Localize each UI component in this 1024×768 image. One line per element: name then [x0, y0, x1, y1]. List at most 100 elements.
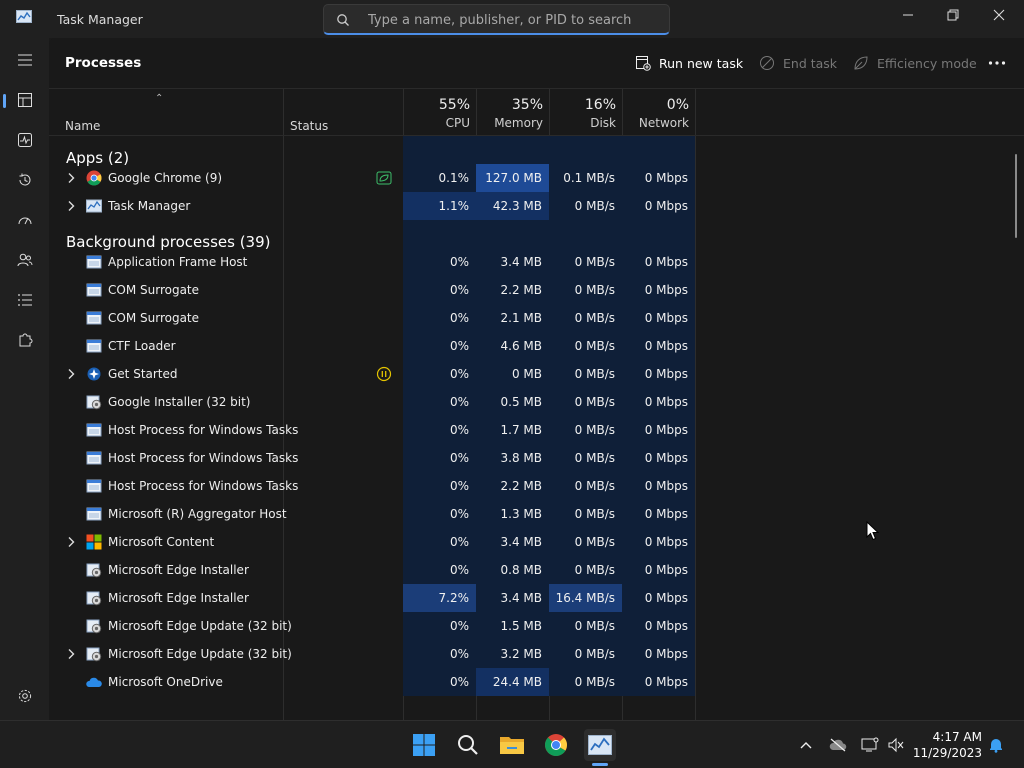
memory-value: 3.2 MB — [476, 640, 549, 668]
maximize-button[interactable] — [930, 0, 976, 30]
network-value: 0 Mbps — [622, 192, 695, 220]
cpu-value: 0% — [403, 528, 476, 556]
taskbar-chrome[interactable] — [540, 729, 572, 761]
process-row[interactable]: Google Installer (32 bit) 0% 0.5 MB 0 MB/s 0… — [49, 388, 1024, 416]
network-value: 0 Mbps — [622, 388, 695, 416]
column-header-cpu[interactable]: 55% CPU — [403, 97, 470, 130]
network-tray-icon[interactable] — [860, 735, 880, 755]
disk-value: 0 MB/s — [549, 332, 622, 360]
disk-value: 0 MB/s — [549, 640, 622, 668]
memory-value: 3.4 MB — [476, 248, 549, 276]
memory-value: 3.8 MB — [476, 444, 549, 472]
window-app-icon — [86, 282, 102, 298]
process-row[interactable]: Task Manager 1.1% 42.3 MB 0 MB/s 0 Mbps — [49, 192, 1024, 220]
nav-processes[interactable] — [0, 82, 49, 118]
memory-value: 2.2 MB — [476, 472, 549, 500]
show-hidden-icons-button[interactable] — [796, 735, 816, 755]
column-header-memory[interactable]: 35% Memory — [476, 97, 543, 130]
cpu-value: 0% — [403, 444, 476, 472]
network-label: Network — [638, 116, 689, 130]
minimize-button[interactable] — [885, 0, 931, 30]
network-value: 0 Mbps — [622, 640, 695, 668]
chevron-up-icon — [800, 742, 812, 749]
taskbar-file-explorer[interactable] — [496, 729, 528, 761]
column-header-network[interactable]: 0% Network — [622, 97, 689, 130]
cpu-value: 7.2% — [403, 584, 476, 612]
chevron-right-icon[interactable] — [66, 536, 76, 548]
nav-startup-apps[interactable] — [0, 202, 49, 238]
column-header-status[interactable]: Status — [290, 119, 328, 133]
cpu-value: 0% — [403, 640, 476, 668]
chevron-right-icon[interactable] — [66, 172, 76, 184]
taskbar: 4:17 AM 11/29/2023 — [0, 720, 1024, 768]
hamburger-menu-button[interactable] — [0, 42, 49, 78]
column-header-disk[interactable]: 16% Disk — [549, 97, 616, 130]
process-row[interactable]: CTF Loader 0% 4.6 MB 0 MB/s 0 Mbps — [49, 332, 1024, 360]
start-button[interactable] — [408, 729, 440, 761]
run-new-task-button[interactable]: Run new task — [635, 52, 743, 74]
nav-settings[interactable] — [0, 678, 49, 714]
nav-performance[interactable] — [0, 122, 49, 158]
users-icon — [17, 253, 32, 267]
search-input[interactable] — [368, 9, 658, 31]
memory-value: 2.2 MB — [476, 276, 549, 304]
sort-ascending-icon: ⌃ — [155, 93, 164, 104]
process-row[interactable]: Microsoft Edge Update (32 bit) 0% 3.2 MB 0 … — [49, 640, 1024, 668]
nav-app-history[interactable] — [0, 162, 49, 198]
process-row[interactable]: Microsoft Edge Update (32 bit) 0% 1.5 MB 0 … — [49, 612, 1024, 640]
taskbar-clock[interactable]: 4:17 AM 11/29/2023 — [912, 729, 982, 761]
chevron-right-icon[interactable] — [66, 200, 76, 212]
chevron-right-icon[interactable] — [66, 368, 76, 380]
task-manager-icon — [588, 735, 612, 755]
process-row[interactable]: COM Surrogate 0% 2.2 MB 0 MB/s 0 Mbps — [49, 276, 1024, 304]
window-app-icon — [86, 310, 102, 326]
taskbar-search-button[interactable] — [452, 729, 484, 761]
cpu-value: 0.1% — [403, 164, 476, 192]
network-monitor-icon — [861, 737, 879, 752]
process-name: Google Installer (32 bit) — [108, 395, 251, 409]
mouse-cursor-icon — [866, 521, 880, 541]
nav-services[interactable] — [0, 322, 49, 358]
search-box[interactable] — [323, 4, 670, 35]
efficiency-mode-button[interactable]: Efficiency mode — [853, 52, 977, 74]
chevron-right-icon[interactable] — [66, 648, 76, 660]
volume-tray-icon[interactable] — [886, 735, 906, 755]
cpu-value: 0% — [403, 556, 476, 584]
end-task-button[interactable]: End task — [759, 52, 837, 74]
process-row[interactable]: Microsoft OneDrive 0% 24.4 MB 0 MB/s 0 Mbps — [49, 668, 1024, 696]
bell-icon — [990, 739, 1002, 753]
task-manager-icon — [86, 198, 102, 214]
process-row[interactable]: Host Process for Windows Tasks 0% 3.8 MB 0 … — [49, 444, 1024, 472]
process-row[interactable]: Host Process for Windows Tasks 0% 2.2 MB 0 … — [49, 472, 1024, 500]
cpu-value: 0% — [403, 360, 476, 388]
process-name: Microsoft OneDrive — [108, 675, 223, 689]
process-row[interactable]: Microsoft Edge Installer 7.2% 3.4 MB 16.4 M… — [49, 584, 1024, 612]
notifications-button[interactable] — [986, 735, 1006, 755]
installer-icon — [86, 618, 102, 634]
details-list-icon — [17, 294, 32, 306]
memory-total-percent: 35% — [511, 97, 543, 113]
more-icon — [988, 61, 1006, 65]
nav-details[interactable] — [0, 282, 49, 318]
processes-page: Processes Run new task End task Efficien… — [49, 38, 1024, 720]
process-row[interactable]: Host Process for Windows Tasks 0% 1.7 MB 0 … — [49, 416, 1024, 444]
taskbar-task-manager[interactable] — [584, 729, 616, 761]
process-row[interactable]: Microsoft Edge Installer 0% 0.8 MB 0 MB/s 0 … — [49, 556, 1024, 584]
process-row[interactable]: Google Chrome (9) 0.1% 127.0 MB 0.1 MB/s 0 M… — [49, 164, 1024, 192]
network-value: 0 Mbps — [622, 500, 695, 528]
process-name: Microsoft Edge Installer — [108, 591, 249, 605]
memory-value: 1.3 MB — [476, 500, 549, 528]
onedrive-tray-icon[interactable] — [828, 735, 848, 755]
chrome-icon — [545, 734, 567, 756]
vertical-scrollbar[interactable] — [1015, 154, 1017, 238]
nav-users[interactable] — [0, 242, 49, 278]
cpu-value: 0% — [403, 304, 476, 332]
close-button[interactable] — [976, 0, 1022, 30]
process-row[interactable]: Get Started 0% 0 MB 0 MB/s 0 Mbps — [49, 360, 1024, 388]
column-header-name[interactable]: Name — [65, 119, 100, 133]
speaker-muted-icon — [888, 737, 904, 753]
more-options-button[interactable] — [988, 52, 1006, 74]
cpu-value: 0% — [403, 248, 476, 276]
process-row[interactable]: COM Surrogate 0% 2.1 MB 0 MB/s 0 Mbps — [49, 304, 1024, 332]
process-row[interactable]: Application Frame Host 0% 3.4 MB 0 MB/s 0 Mb… — [49, 248, 1024, 276]
